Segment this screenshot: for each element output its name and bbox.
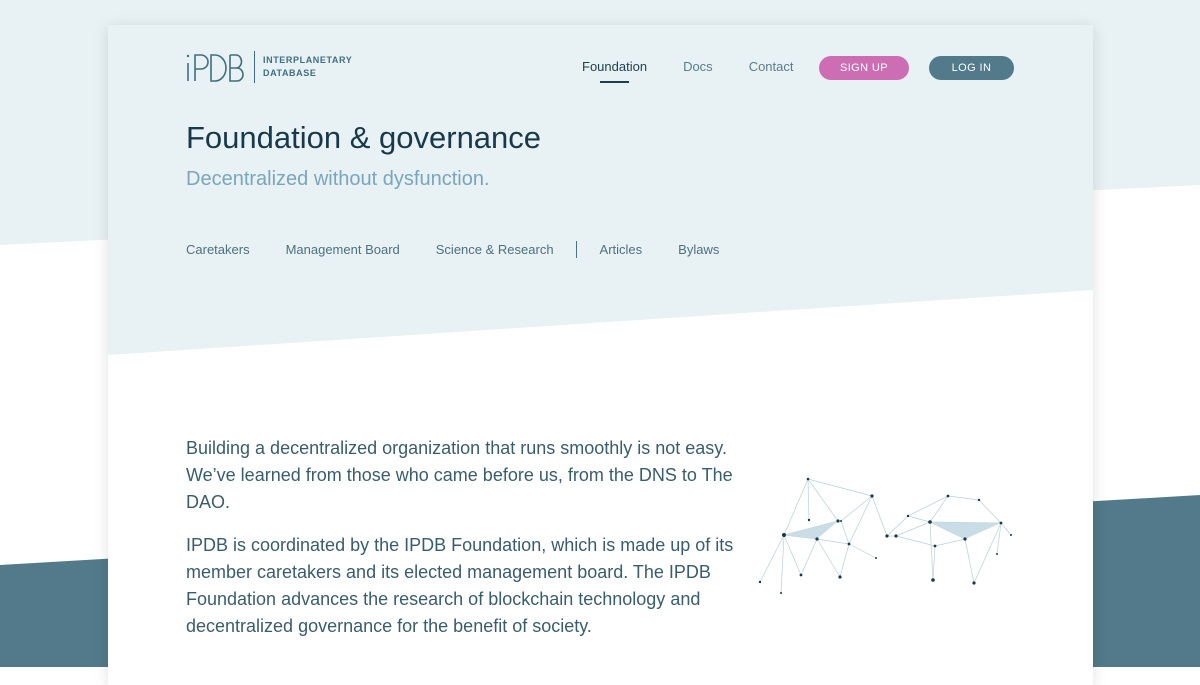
- section-nav: Caretakers Management Board Science & Re…: [186, 241, 755, 258]
- intro-paragraph-2: IPDB is coordinated by the IPDB Foundati…: [186, 535, 734, 636]
- brand-name-line1: INTERPLANETARY: [263, 55, 353, 65]
- logo-divider: [254, 51, 255, 83]
- main-card: INTERPLANETARY DATABASE Foundation Docs …: [108, 25, 1093, 685]
- top-nav: Foundation Docs Contact: [582, 59, 830, 83]
- nav-docs-link[interactable]: Docs: [683, 59, 713, 74]
- subnav-management-board-link[interactable]: Management Board: [286, 242, 400, 257]
- network-graph-illustration: [758, 477, 1012, 594]
- log-in-button[interactable]: LOG IN: [929, 56, 1014, 80]
- brand-name: INTERPLANETARY DATABASE: [263, 54, 352, 80]
- subnav-divider: [575, 241, 577, 258]
- ipdb-logo-icon: [186, 54, 244, 82]
- subnav-caretakers-link[interactable]: Caretakers: [186, 242, 250, 257]
- nav-contact-link[interactable]: Contact: [749, 59, 794, 74]
- page-title: Foundation & governance: [186, 120, 542, 155]
- subnav-articles-link[interactable]: Articles: [600, 242, 643, 257]
- subnav-science-research-link[interactable]: Science & Research: [436, 242, 554, 257]
- nav-foundation-link[interactable]: Foundation: [582, 59, 647, 83]
- sign-up-button[interactable]: SIGN UP: [819, 56, 909, 80]
- page-subtitle: Decentralized without dysfunction.: [186, 168, 490, 190]
- intro-content: Building a decentralized organization th…: [186, 435, 746, 656]
- intro-paragraph-1: Building a decentralized organization th…: [186, 438, 733, 512]
- brand-name-line2: DATABASE: [263, 68, 317, 78]
- subnav-bylaws-link[interactable]: Bylaws: [678, 242, 719, 257]
- brand-logo[interactable]: INTERPLANETARY DATABASE: [186, 51, 352, 83]
